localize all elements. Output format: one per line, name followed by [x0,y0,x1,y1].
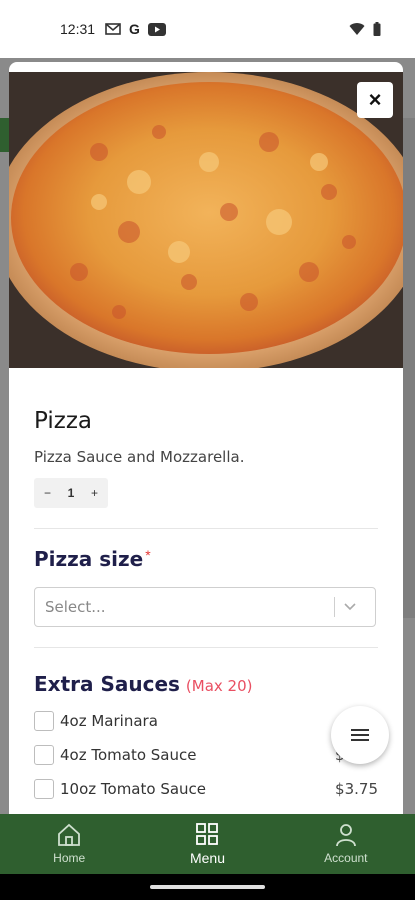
item-detail-modal: × Pizza Pizza Sauce and Mozzarella. − 1 … [9,62,403,814]
quantity-value: 1 [67,486,75,500]
hamburger-icon [351,729,369,741]
youtube-icon [147,22,166,36]
pizza-size-title: Pizza size [34,547,144,571]
gmail-icon [105,23,121,35]
sauce-option-price: $3.75 [335,780,378,798]
nav-label-account: Account [324,851,368,865]
sauce-option-label: 4oz Marinara [60,712,158,730]
sauce-option[interactable]: 4oz Tomato Sauce $1.75 [34,744,378,766]
pizza-size-select[interactable]: Select... [34,587,376,627]
person-icon [335,824,356,847]
divider [34,528,378,529]
sauce-option[interactable]: 10oz Tomato Sauce $3.75 [34,778,378,800]
checkbox[interactable] [34,745,54,765]
quantity-increase-button[interactable]: + [91,486,98,500]
gesture-handle[interactable] [150,885,265,889]
item-title: Pizza [34,408,92,434]
sauce-option-label: 10oz Tomato Sauce [60,780,207,798]
battery-icon [373,22,381,36]
quantity-decrease-button[interactable]: − [44,486,51,500]
pizza-photo [9,72,403,368]
extra-sauces-heading: Extra Sauces (Max 20) [34,672,378,696]
checkbox[interactable] [34,779,54,799]
item-content: Pizza Pizza Sauce and Mozzarella. − 1 + … [34,368,378,800]
checkbox[interactable] [34,711,54,731]
item-description: Pizza Sauce and Mozzarella. [34,448,245,466]
bottom-navigation: Home Menu Account [0,814,415,874]
required-marker: * [145,547,151,563]
sauce-option[interactable]: 4oz Marinara [34,710,378,732]
status-bar: 12:31 G [0,0,415,58]
nav-item-menu[interactable]: Menu [138,814,276,874]
nav-item-account[interactable]: Account [277,814,415,874]
close-button[interactable]: × [357,82,393,118]
pizza-image: × [9,72,403,368]
home-icon [58,823,81,846]
system-gesture-bar [0,874,415,900]
wifi-icon [349,23,365,35]
max-note: (Max 20) [185,677,253,695]
nav-label-menu: Menu [189,850,225,866]
close-icon: × [368,87,382,112]
extra-sauces-title: Extra Sauces [34,672,180,696]
quantity-stepper: − 1 + [34,478,108,508]
sauce-option-label: 4oz Tomato Sauce [60,746,197,764]
menu-fab-button[interactable] [331,706,389,764]
chevron-down-icon [335,603,365,611]
grid-icon [196,823,219,845]
divider [34,647,378,648]
background-scroll-strip [403,118,415,618]
select-placeholder: Select... [45,598,106,616]
google-icon: G [129,21,140,37]
status-time: 12:31 [60,21,96,37]
nav-label-home: Home [53,851,86,865]
pizza-size-heading: Pizza size * [34,547,378,571]
nav-item-home[interactable]: Home [0,814,138,874]
